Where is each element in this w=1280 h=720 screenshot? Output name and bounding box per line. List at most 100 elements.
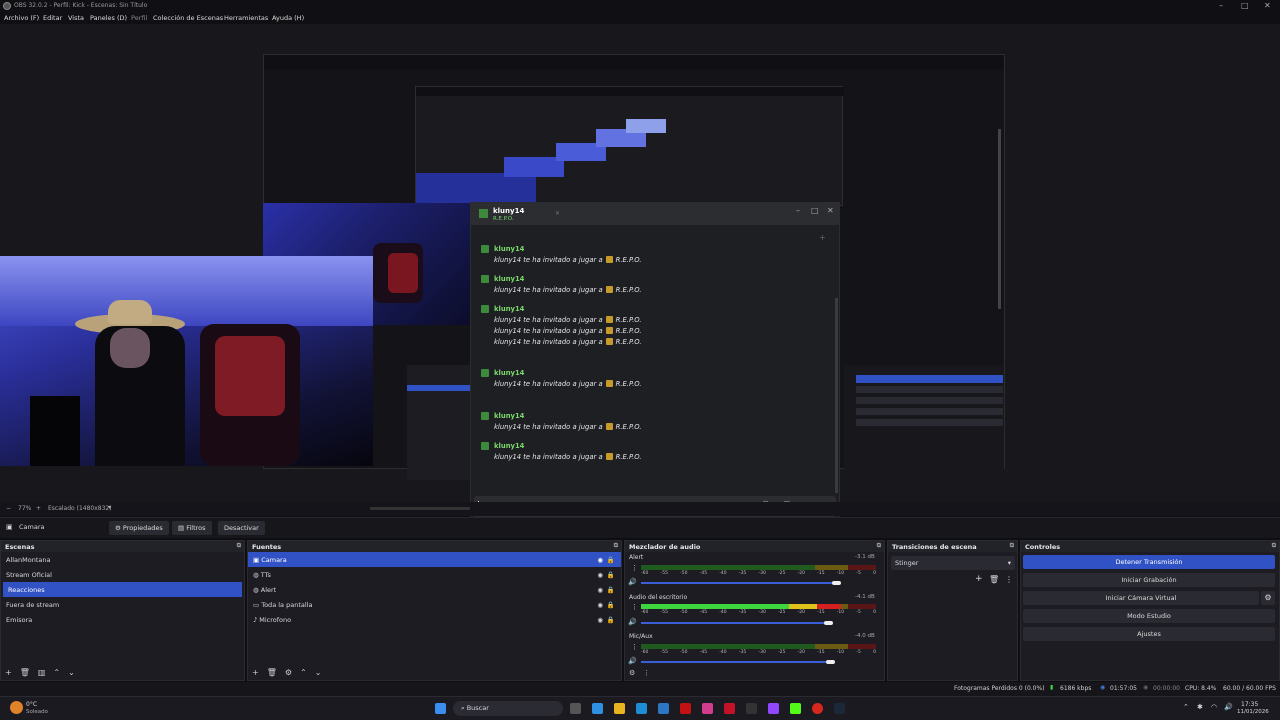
file-explorer-icon[interactable] bbox=[614, 703, 625, 714]
scene-item[interactable]: Fuera de stream bbox=[1, 597, 244, 612]
weather-icon[interactable] bbox=[10, 701, 23, 714]
menu-dots-icon[interactable]: ⋮ bbox=[631, 643, 638, 651]
chat-minimize-icon[interactable]: – bbox=[796, 206, 800, 215]
menu-coleccion[interactable]: Colección de Escenas bbox=[153, 14, 223, 22]
menu-archivo[interactable]: Archivo (F) bbox=[4, 14, 39, 22]
chat-tab-close-icon[interactable]: ✕ bbox=[555, 210, 560, 217]
scene-item[interactable]: Emisora bbox=[1, 612, 244, 627]
source-item[interactable]: ♪ Microfono ◉ 🔒 bbox=[248, 612, 621, 627]
settings-button[interactable]: Ajustes bbox=[1023, 627, 1275, 641]
add-icon[interactable]: + bbox=[252, 668, 259, 677]
instagram-icon[interactable] bbox=[702, 703, 713, 714]
move-up-icon[interactable]: ⌃ bbox=[53, 668, 60, 677]
add-icon[interactable]: + bbox=[975, 574, 983, 584]
speaker-icon[interactable]: 🔊 bbox=[628, 578, 637, 586]
lock-icon[interactable]: 🔒 bbox=[607, 556, 615, 564]
bluetooth-icon[interactable]: ✱ bbox=[1197, 703, 1203, 711]
popout-icon[interactable]: ⧉ bbox=[1272, 542, 1276, 550]
gear-icon[interactable]: ⚙ bbox=[285, 668, 292, 677]
chrome-icon[interactable] bbox=[812, 703, 823, 714]
speaker-icon[interactable]: 🔊 bbox=[628, 657, 637, 665]
properties-button[interactable]: ⚙ Propiedades bbox=[109, 521, 169, 535]
source-item[interactable]: ◍ Alert ◉ 🔒 bbox=[248, 582, 621, 597]
volume-knob[interactable] bbox=[826, 660, 835, 664]
close-icon[interactable]: ✕ bbox=[1264, 1, 1271, 10]
minimize-icon[interactable]: – bbox=[1219, 1, 1223, 10]
zoom-in-icon[interactable]: + bbox=[36, 505, 41, 512]
menu-dots-icon[interactable]: ⋮ bbox=[631, 603, 638, 611]
chat-maximize-icon[interactable]: □ bbox=[811, 206, 819, 215]
app-icon[interactable] bbox=[680, 703, 691, 714]
store-icon[interactable] bbox=[658, 703, 669, 714]
stop-stream-button[interactable]: Detener Transmisión bbox=[1023, 555, 1275, 569]
trash-icon[interactable]: 🗑 bbox=[20, 668, 30, 677]
clock-date[interactable]: 11/01/2026 bbox=[1237, 709, 1269, 715]
popout-icon[interactable]: ⧉ bbox=[877, 542, 881, 550]
tray-chevron-icon[interactable]: ⌃ bbox=[1183, 703, 1189, 711]
windows-start-icon[interactable] bbox=[435, 703, 446, 714]
media-icon[interactable] bbox=[724, 703, 735, 714]
scene-item[interactable]: AllanMontana bbox=[1, 552, 244, 567]
speaker-icon[interactable]: 🔊 bbox=[628, 618, 637, 626]
kick-icon[interactable] bbox=[790, 703, 801, 714]
menu-herramientas[interactable]: Herramientas bbox=[224, 14, 268, 22]
taskbar-search[interactable]: ⌕ Buscar bbox=[453, 701, 563, 716]
menu-dots-icon[interactable]: ⋮ bbox=[631, 564, 638, 572]
filter-icon[interactable]: ▥ bbox=[38, 668, 46, 677]
volume-knob[interactable] bbox=[824, 621, 833, 625]
eye-icon[interactable]: ◉ bbox=[597, 556, 603, 564]
source-item[interactable]: ▭ Toda la pantalla ◉ 🔒 bbox=[248, 597, 621, 612]
popout-icon[interactable]: ⧉ bbox=[1010, 542, 1014, 550]
clock-time[interactable]: 17:35 bbox=[1241, 701, 1258, 708]
trash-icon[interactable]: 🗑 bbox=[267, 668, 277, 677]
zoom-out-icon[interactable]: − bbox=[6, 505, 11, 512]
menu-dots-icon[interactable]: ⋮ bbox=[643, 669, 650, 677]
deactivate-button[interactable]: Desactivar bbox=[218, 521, 265, 535]
scene-item-selected[interactable]: Reacciones bbox=[3, 582, 242, 597]
source-item-selected[interactable]: ▣ Camara ◉ 🔒 bbox=[248, 552, 621, 567]
gear-icon[interactable]: ⚙ bbox=[1261, 591, 1275, 605]
wifi-icon[interactable]: ◠ bbox=[1211, 703, 1217, 711]
mixer-settings-icon[interactable]: ⚙ bbox=[629, 669, 635, 677]
source-item[interactable]: ◍ TTs ◉ 🔒 bbox=[248, 567, 621, 582]
move-up-icon[interactable]: ⌃ bbox=[300, 668, 307, 677]
add-friend-icon[interactable]: + bbox=[819, 233, 826, 242]
menu-editar[interactable]: Editar bbox=[43, 14, 62, 22]
chevron-down-icon[interactable]: ▾ bbox=[108, 504, 111, 511]
lock-icon[interactable]: 🔒 bbox=[607, 601, 615, 609]
scale-label[interactable]: Escalado (1480x832) bbox=[48, 505, 112, 512]
obs-taskbar-icon[interactable] bbox=[746, 703, 757, 714]
transition-select[interactable]: Stinger ▾ bbox=[891, 556, 1015, 570]
eye-icon[interactable]: ◉ bbox=[597, 601, 603, 609]
chat-window[interactable]: kluny14 R.E.P.O. ✕ – □ ✕ + kluny14 kluny… bbox=[470, 202, 840, 521]
volume-slider[interactable] bbox=[641, 622, 829, 624]
lock-icon[interactable]: 🔒 bbox=[607, 571, 615, 579]
lock-icon[interactable]: 🔒 bbox=[607, 586, 615, 594]
lock-icon[interactable]: 🔒 bbox=[607, 616, 615, 624]
filters-button[interactable]: ▤ Filtros bbox=[172, 521, 212, 535]
trash-icon[interactable]: 🗑 bbox=[989, 575, 999, 584]
edge-icon[interactable] bbox=[636, 703, 647, 714]
add-icon[interactable]: + bbox=[5, 668, 12, 677]
maximize-icon[interactable]: □ bbox=[1241, 1, 1249, 10]
menu-perfil[interactable]: Perfil bbox=[131, 14, 147, 22]
scene-item[interactable]: Stream Oficial bbox=[1, 567, 244, 582]
menu-dots-icon[interactable]: ⋮ bbox=[1005, 575, 1013, 584]
move-down-icon[interactable]: ⌄ bbox=[68, 668, 75, 677]
volume-knob[interactable] bbox=[832, 581, 841, 585]
start-recording-button[interactable]: Iniciar Grabación bbox=[1023, 573, 1275, 587]
twitch-icon[interactable] bbox=[768, 703, 779, 714]
eye-icon[interactable]: ◉ bbox=[597, 616, 603, 624]
task-view-icon[interactable] bbox=[570, 703, 581, 714]
copilot-icon[interactable] bbox=[592, 703, 603, 714]
horizontal-scrollbar[interactable] bbox=[370, 507, 470, 510]
volume-slider[interactable] bbox=[641, 582, 837, 584]
volume-icon[interactable]: 🔊 bbox=[1224, 703, 1233, 711]
menu-ayuda[interactable]: Ayuda (H) bbox=[272, 14, 304, 22]
chat-close-icon[interactable]: ✕ bbox=[827, 206, 834, 215]
popout-icon[interactable]: ⧉ bbox=[614, 542, 618, 550]
volume-slider[interactable] bbox=[641, 661, 831, 663]
eye-icon[interactable]: ◉ bbox=[597, 571, 603, 579]
menu-paneles[interactable]: Paneles (D) bbox=[90, 14, 127, 22]
popout-icon[interactable]: ⧉ bbox=[237, 542, 241, 550]
